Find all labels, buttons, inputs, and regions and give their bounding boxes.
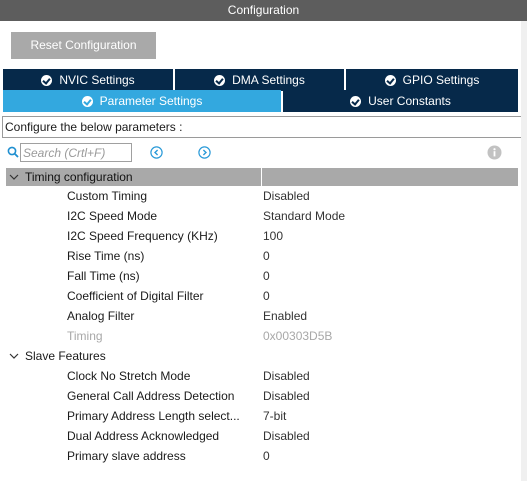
param-value[interactable]: Disabled: [263, 366, 310, 386]
param-name: I2C Speed Frequency (KHz): [67, 229, 218, 243]
tab-user-constants[interactable]: User Constants: [283, 90, 518, 112]
param-value[interactable]: Standard Mode: [263, 206, 345, 226]
search-icon: [7, 146, 19, 158]
param-name: Dual Address Acknowledged: [67, 429, 220, 443]
tab-dma-settings[interactable]: DMA Settings: [175, 69, 344, 91]
chevron-down-icon: [9, 174, 19, 180]
configure-parameters-label: Configure the below parameters :: [2, 116, 522, 138]
param-value[interactable]: Disabled: [263, 426, 310, 446]
info-icon[interactable]: [487, 145, 502, 160]
tab-label: User Constants: [368, 94, 451, 108]
tab-label: DMA Settings: [232, 73, 305, 87]
param-row-primary-address-length[interactable]: Primary Address Length select... 7-bit: [0, 406, 527, 426]
section-header-slave-features[interactable]: Slave Features: [6, 347, 518, 365]
param-name: General Call Address Detection: [67, 389, 235, 403]
param-row-i2c-speed-frequency[interactable]: I2C Speed Frequency (KHz) 100: [0, 226, 527, 246]
param-row-rise-time[interactable]: Rise Time (ns) 0: [0, 246, 527, 266]
param-name: Analog Filter: [67, 309, 135, 323]
param-value[interactable]: 0: [263, 286, 270, 306]
param-value[interactable]: Disabled: [263, 386, 310, 406]
column-divider: [261, 168, 262, 186]
search-input[interactable]: [20, 143, 132, 162]
param-row-coefficient-digital-filter[interactable]: Coefficient of Digital Filter 0: [0, 286, 527, 306]
param-row-i2c-speed-mode[interactable]: I2C Speed Mode Standard Mode: [0, 206, 527, 226]
tab-gpio-settings[interactable]: GPIO Settings: [346, 69, 518, 91]
param-value[interactable]: 100: [263, 226, 283, 246]
section-title: Timing configuration: [25, 170, 133, 184]
check-circle-icon: [41, 74, 53, 86]
window-title: Configuration: [0, 0, 527, 21]
param-value[interactable]: 0: [263, 446, 270, 466]
section-header-timing-configuration[interactable]: Timing configuration: [6, 168, 518, 186]
tab-label: NVIC Settings: [59, 73, 135, 87]
tab-nvic-settings[interactable]: NVIC Settings: [3, 69, 173, 91]
param-row-clock-no-stretch[interactable]: Clock No Stretch Mode Disabled: [0, 366, 527, 386]
param-row-analog-filter[interactable]: Analog Filter Enabled: [0, 306, 527, 326]
param-name: Timing: [67, 329, 103, 343]
param-name: Custom Timing: [67, 189, 148, 203]
chevron-down-icon: [9, 353, 19, 359]
check-circle-icon: [81, 95, 93, 107]
param-name: I2C Speed Mode: [67, 209, 158, 223]
param-value[interactable]: 0: [263, 266, 270, 286]
param-row-fall-time[interactable]: Fall Time (ns) 0: [0, 266, 527, 286]
param-row-general-call-detection[interactable]: General Call Address Detection Disabled: [0, 386, 527, 406]
section-title: Slave Features: [25, 349, 106, 363]
param-value[interactable]: Disabled: [263, 186, 310, 206]
param-row-timing: Timing 0x00303D5B: [0, 326, 527, 346]
param-name: Primary slave address: [67, 449, 186, 463]
param-name: Primary Address Length select...: [67, 409, 240, 423]
param-value: 0x00303D5B: [263, 329, 333, 343]
search-next-icon[interactable]: [198, 146, 211, 159]
tab-label: GPIO Settings: [402, 73, 480, 87]
param-name: Rise Time (ns): [67, 249, 145, 263]
param-value[interactable]: 7-bit: [263, 406, 286, 426]
param-value[interactable]: Enabled: [263, 306, 307, 326]
param-row-custom-timing[interactable]: Custom Timing Disabled: [0, 186, 527, 206]
search-previous-icon[interactable]: [150, 146, 163, 159]
param-name: Clock No Stretch Mode: [67, 369, 191, 383]
tab-label: Parameter Settings: [99, 94, 203, 108]
param-name: Coefficient of Digital Filter: [67, 289, 204, 303]
check-circle-icon: [384, 74, 396, 86]
vertical-scrollbar[interactable]: [521, 21, 527, 481]
param-value[interactable]: 0: [263, 246, 270, 266]
param-name: Fall Time (ns): [67, 269, 140, 283]
check-circle-icon: [214, 74, 226, 86]
param-row-dual-address-ack[interactable]: Dual Address Acknowledged Disabled: [0, 426, 527, 446]
tab-parameter-settings[interactable]: Parameter Settings: [3, 90, 281, 112]
reset-configuration-button[interactable]: Reset Configuration: [11, 32, 156, 59]
check-circle-icon: [350, 95, 362, 107]
param-row-primary-slave-address[interactable]: Primary slave address 0: [0, 446, 527, 466]
